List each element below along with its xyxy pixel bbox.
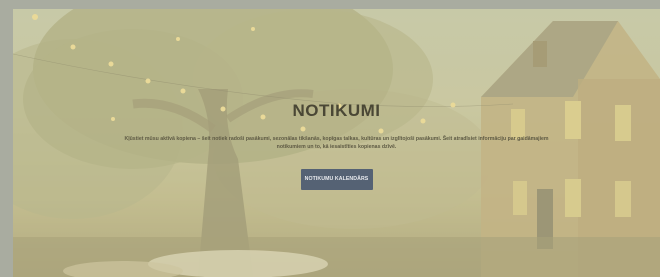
hero-description: Kļūstiet mūsu aktīvā kopiena – šeit noti… bbox=[124, 136, 549, 150]
hero-section: NOTIKUMI Kļūstiet mūsu aktīvā kopiena – … bbox=[13, 9, 660, 277]
page-title: NOTIKUMI bbox=[292, 101, 381, 120]
events-calendar-button[interactable]: NOTIKUMU KALENDĀRS bbox=[300, 169, 373, 190]
hero-content: NOTIKUMI Kļūstiet mūsu aktīvā kopiena – … bbox=[13, 101, 660, 190]
